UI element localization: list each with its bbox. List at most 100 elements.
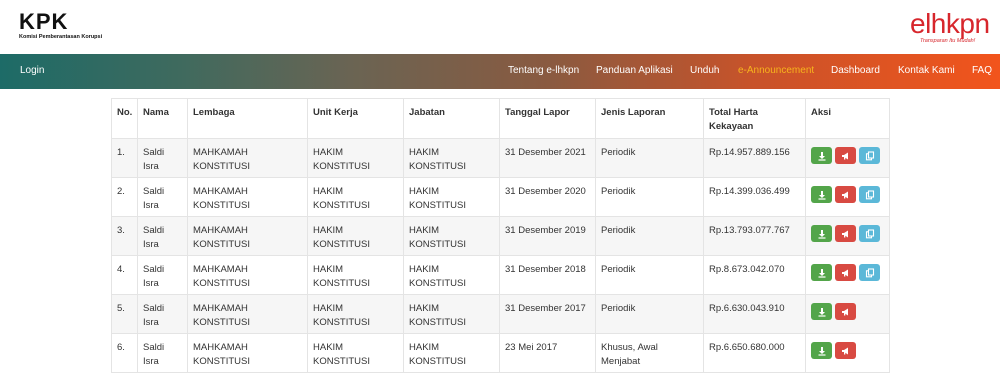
col-header-total-harta: Total Harta Kekayaan	[703, 98, 806, 139]
cell-unit-kerja: HAKIM KONSTITUSI	[307, 177, 404, 217]
row-actions	[811, 224, 884, 242]
nav-item-e-announcement[interactable]: e-Announcement	[738, 65, 814, 76]
row-actions	[811, 146, 884, 164]
cell-tanggal-lapor: 31 Desember 2019	[499, 216, 596, 256]
copy-button[interactable]	[859, 225, 880, 242]
table-row: 3. Saldi Isra MAHKAMAH KONSTITUSI HAKIM KON…	[111, 216, 890, 256]
cell-jabatan: HAKIM KONSTITUSI	[403, 333, 500, 373]
cell-jenis-laporan: Periodik	[595, 255, 704, 295]
announcement-button[interactable]	[835, 147, 856, 164]
cell-lembaga: MAHKAMAH KONSTITUSI	[187, 216, 308, 256]
cell-jabatan: HAKIM KONSTITUSI	[403, 177, 500, 217]
col-header-tanggal-lapor: Tanggal Lapor	[499, 98, 596, 139]
download-button[interactable]	[811, 186, 832, 203]
nav-login[interactable]: Login	[20, 65, 44, 76]
cell-total-harta: Rp.14.957.889.156	[703, 138, 806, 178]
cell-no: 4.	[111, 255, 138, 295]
row-actions	[811, 302, 884, 320]
cell-jenis-laporan: Periodik	[595, 216, 704, 256]
cell-tanggal-lapor: 31 Desember 2018	[499, 255, 596, 295]
copy-icon	[865, 189, 875, 200]
copy-button[interactable]	[859, 264, 880, 281]
cell-jabatan: HAKIM KONSTITUSI	[403, 255, 500, 295]
col-header-jenis-laporan: Jenis Laporan	[595, 98, 704, 139]
cell-jenis-laporan: Periodik	[595, 294, 704, 334]
download-button[interactable]	[811, 342, 832, 359]
copy-icon	[865, 267, 875, 278]
cell-aksi	[805, 177, 890, 217]
cell-jenis-laporan: Khusus, Awal Menjabat	[595, 333, 704, 373]
cell-unit-kerja: HAKIM KONSTITUSI	[307, 333, 404, 373]
download-icon	[817, 268, 827, 278]
download-icon	[817, 346, 827, 356]
cell-aksi	[805, 294, 890, 334]
announcement-button[interactable]	[835, 264, 856, 281]
announcement-icon	[841, 346, 851, 356]
cell-tanggal-lapor: 31 Desember 2021	[499, 138, 596, 178]
cell-aksi	[805, 255, 890, 295]
cell-no: 2.	[111, 177, 138, 217]
copy-icon	[865, 228, 875, 239]
cell-nama: Saldi Isra	[137, 216, 188, 256]
col-header-lembaga: Lembaga	[187, 98, 308, 139]
cell-unit-kerja: HAKIM KONSTITUSI	[307, 294, 404, 334]
cell-total-harta: Rp.6.650.680.000	[703, 333, 806, 373]
copy-button[interactable]	[859, 147, 880, 164]
nav-item-unduh[interactable]: Unduh	[690, 65, 719, 76]
cell-aksi	[805, 333, 890, 373]
elhkpn-tagline: Transparan Itu Mudah!	[920, 38, 976, 44]
copy-button[interactable]	[859, 186, 880, 203]
cell-nama: Saldi Isra	[137, 255, 188, 295]
table-row: 2. Saldi Isra MAHKAMAH KONSTITUSI HAKIM KON…	[111, 177, 890, 217]
cell-aksi	[805, 216, 890, 256]
cell-total-harta: Rp.6.630.043.910	[703, 294, 806, 334]
col-header-aksi: Aksi	[805, 98, 890, 139]
download-button[interactable]	[811, 225, 832, 242]
announcement-icon	[841, 190, 851, 200]
cell-nama: Saldi Isra	[137, 333, 188, 373]
cell-unit-kerja: HAKIM KONSTITUSI	[307, 216, 404, 256]
cell-no: 6.	[111, 333, 138, 373]
table-row: 1. Saldi Isra MAHKAMAH KONSTITUSI HAKIM KON…	[111, 138, 890, 178]
row-actions	[811, 263, 884, 281]
nav-item-tentang[interactable]: Tentang e-lhkpn	[508, 65, 579, 76]
col-header-jabatan: Jabatan	[403, 98, 500, 139]
nav-item-faq[interactable]: FAQ	[972, 65, 992, 76]
elhkpn-logo[interactable]: elhkpn Transparan Itu Mudah!	[886, 8, 992, 48]
kpk-logo[interactable]: KPK Komisi Pemberantasan Korupsi	[19, 11, 102, 41]
nav-item-panduan[interactable]: Panduan Aplikasi	[596, 65, 673, 76]
download-button[interactable]	[811, 147, 832, 164]
main-nav: Login Tentang e-lhkpn Panduan Aplikasi U…	[0, 54, 1000, 89]
cell-aksi	[805, 138, 890, 178]
table-header-row: No. Nama Lembaga Unit Kerja Jabatan Tang…	[111, 98, 890, 139]
download-icon	[817, 190, 827, 200]
site-header: KPK Komisi Pemberantasan Korupsi elhkpn …	[0, 0, 1000, 54]
announcement-button[interactable]	[835, 186, 856, 203]
nav-item-dashboard[interactable]: Dashboard	[831, 65, 880, 76]
cell-no: 1.	[111, 138, 138, 178]
download-button[interactable]	[811, 264, 832, 281]
download-icon	[817, 307, 827, 317]
cell-jabatan: HAKIM KONSTITUSI	[403, 138, 500, 178]
col-header-no: No.	[111, 98, 138, 139]
cell-lembaga: MAHKAMAH KONSTITUSI	[187, 333, 308, 373]
lhkpn-table-container: No. Nama Lembaga Unit Kerja Jabatan Tang…	[111, 98, 890, 373]
table-row: 6. Saldi Isra MAHKAMAH KONSTITUSI HAKIM KON…	[111, 333, 890, 373]
announcement-button[interactable]	[835, 303, 856, 320]
copy-icon	[865, 150, 875, 161]
download-icon	[817, 229, 827, 239]
table-body: 1. Saldi Isra MAHKAMAH KONSTITUSI HAKIM KON…	[111, 138, 890, 373]
cell-nama: Saldi Isra	[137, 138, 188, 178]
col-header-nama: Nama	[137, 98, 188, 139]
table-row: 5. Saldi Isra MAHKAMAH KONSTITUSI HAKIM KON…	[111, 294, 890, 334]
elhkpn-logo-text: elhkpn	[910, 8, 990, 39]
announcement-button[interactable]	[835, 225, 856, 242]
cell-total-harta: Rp.14.399.036.499	[703, 177, 806, 217]
announcement-button[interactable]	[835, 342, 856, 359]
cell-unit-kerja: HAKIM KONSTITUSI	[307, 255, 404, 295]
download-button[interactable]	[811, 303, 832, 320]
cell-no: 3.	[111, 216, 138, 256]
announcement-icon	[841, 307, 851, 317]
nav-item-kontak[interactable]: Kontak Kami	[898, 65, 955, 76]
cell-lembaga: MAHKAMAH KONSTITUSI	[187, 255, 308, 295]
